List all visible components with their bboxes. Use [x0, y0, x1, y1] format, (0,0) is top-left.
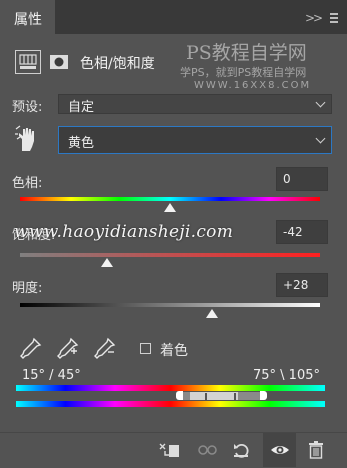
watermark-site-url: www.haoyidiansheji.com [14, 222, 234, 242]
lightness-slider-track[interactable] [20, 303, 320, 307]
hue-slider-thumb[interactable] [164, 203, 176, 212]
lightness-label: 明度: [12, 281, 43, 296]
reset-icon[interactable] [232, 441, 252, 459]
lightness-slider-thumb[interactable] [206, 309, 218, 318]
subtract-from-sample-eyedropper-icon[interactable] [94, 337, 116, 359]
saturation-slider-track[interactable] [20, 253, 320, 257]
input-color-bar [16, 385, 325, 391]
add-to-sample-eyedropper-icon[interactable] [57, 337, 79, 359]
panel-menu-icon[interactable] [330, 13, 338, 23]
hue-input[interactable]: 0 [276, 167, 328, 191]
hue-slider-track[interactable] [20, 197, 320, 201]
range-right-label: 75° \ 105° [253, 368, 320, 383]
eyedropper-icon[interactable] [20, 337, 42, 359]
colorize-checkbox[interactable] [140, 343, 151, 354]
watermark-subtitle: 学PS，就到PS教程自学网 [180, 66, 307, 79]
range-right-outer-handle[interactable] [260, 391, 267, 400]
range-right-inner-handle[interactable] [234, 393, 236, 400]
delete-icon[interactable] [306, 441, 326, 459]
range-left-inner-handle[interactable] [205, 393, 207, 400]
channel-value: 黄色 [68, 136, 95, 151]
hue-label: 色相: [12, 176, 43, 191]
watermark-title: PS教程自学网 [186, 42, 307, 64]
channel-dropdown[interactable]: 黄色 [58, 126, 332, 154]
tab-properties-label: 属性 [14, 12, 42, 28]
on-image-adjust-hand-icon[interactable] [14, 125, 40, 153]
hue-saturation-layer-icon [15, 50, 41, 74]
watermark-url: WWW.16XX8.COM [194, 80, 312, 91]
preset-dropdown[interactable]: 自定 [58, 94, 332, 115]
collapse-panel-icon[interactable]: >> [305, 11, 323, 25]
lightness-input[interactable]: +28 [276, 273, 328, 297]
chevron-down-icon [315, 97, 326, 108]
saturation-slider-thumb[interactable] [101, 258, 113, 267]
preset-label: 预设: [12, 100, 43, 115]
adjustment-title: 色相/饱和度 [80, 56, 155, 72]
saturation-input[interactable]: -42 [276, 220, 328, 244]
output-color-bar [16, 401, 325, 407]
layer-mask-icon[interactable] [48, 52, 70, 72]
range-left-label: 15° / 45° [22, 368, 81, 383]
chevron-down-icon [315, 133, 326, 144]
colorize-label: 着色 [160, 343, 188, 359]
range-left-outer-handle[interactable] [176, 391, 183, 400]
view-previous-icon[interactable] [196, 441, 217, 459]
visibility-eye-icon[interactable] [270, 441, 290, 459]
range-selected-zone[interactable] [190, 392, 238, 400]
clip-to-layer-icon[interactable] [158, 441, 179, 459]
preset-value: 自定 [68, 100, 95, 115]
